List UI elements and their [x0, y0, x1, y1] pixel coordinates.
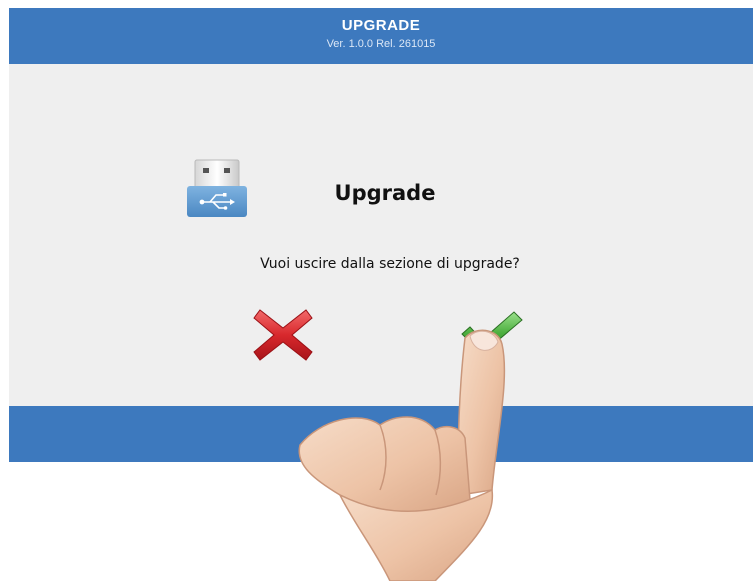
dialog-title: Upgrade	[334, 181, 436, 205]
header-title: UPGRADE	[341, 17, 421, 34]
usb-drive-icon	[186, 158, 248, 218]
header-version: Ver. 1.0.0 Rel. 261015	[326, 38, 436, 50]
dialog-panel	[9, 64, 753, 406]
dialog-message: Vuoi uscire dalla sezione di upgrade?	[260, 256, 520, 272]
green-check-icon	[461, 311, 523, 355]
red-x-icon	[253, 309, 313, 361]
upgrade-screen: UPGRADE Ver. 1.0.0 Rel. 261015 Upgrade V…	[0, 0, 753, 581]
footer-bar	[9, 406, 753, 462]
cancel-button[interactable]	[252, 306, 314, 364]
confirm-button[interactable]	[460, 310, 526, 358]
header-bar: UPGRADE Ver. 1.0.0 Rel. 261015	[9, 8, 753, 64]
